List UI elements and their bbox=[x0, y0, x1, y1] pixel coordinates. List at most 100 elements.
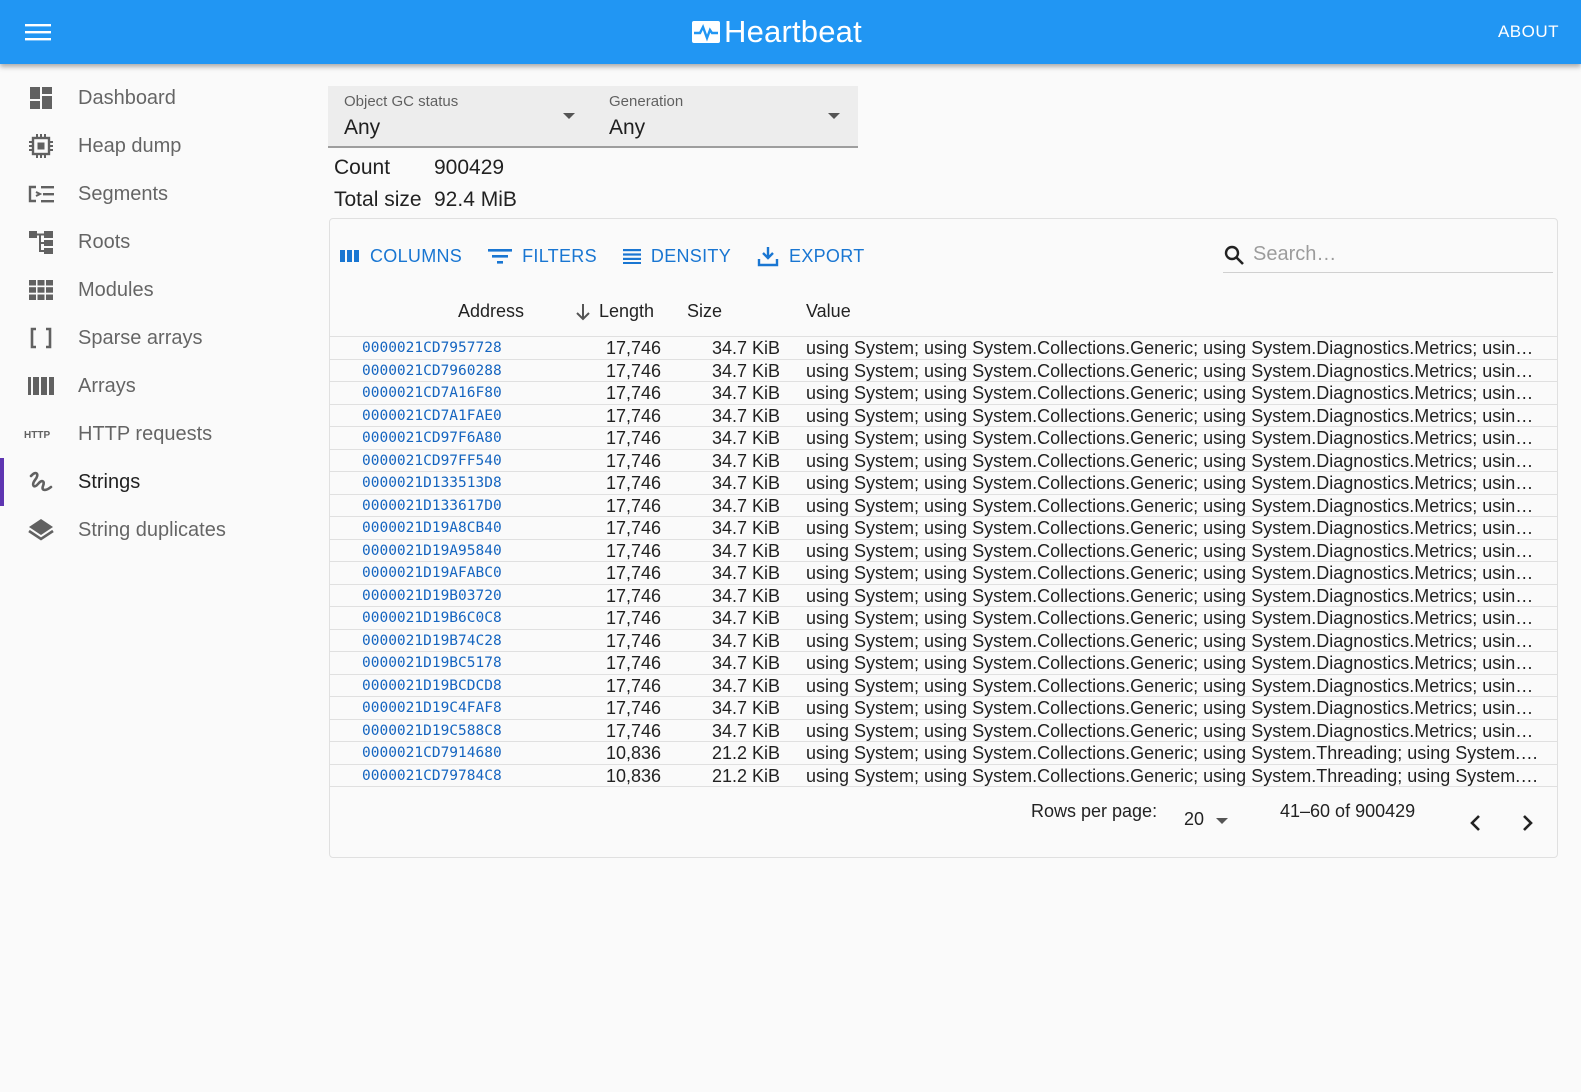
table-row[interactable]: 0000021D19C4FAF8 17,746 34.7 KiB using Syst… bbox=[330, 697, 1557, 720]
address-link[interactable]: 0000021D19B74C28 bbox=[362, 633, 502, 649]
columns-label: COLUMNS bbox=[370, 245, 463, 266]
size-cell: 34.7 KiB bbox=[711, 653, 780, 673]
size-cell: 34.7 KiB bbox=[711, 518, 780, 538]
header-size[interactable]: Size bbox=[687, 301, 722, 322]
header-length[interactable]: Length bbox=[575, 301, 654, 322]
size-cell: 34.7 KiB bbox=[711, 473, 780, 493]
address-link[interactable]: 0000021CD7A16F80 bbox=[362, 385, 502, 401]
sidebar-item-arrays[interactable]: Arrays bbox=[0, 362, 300, 410]
table-row[interactable]: 0000021CD79784C8 10,836 21.2 KiB using Syst… bbox=[330, 765, 1557, 787]
previous-page-button[interactable] bbox=[1457, 805, 1493, 841]
address-link[interactable]: 0000021D19A8CB40 bbox=[362, 520, 502, 536]
length-cell: 17,746 bbox=[605, 495, 661, 516]
rows-per-page-select[interactable]: 20 bbox=[1184, 809, 1229, 830]
length-cell: 17,746 bbox=[605, 585, 661, 606]
size-cell: 34.7 KiB bbox=[711, 608, 780, 628]
table-row[interactable]: 0000021CD7914680 10,836 21.2 KiB using Syst… bbox=[330, 742, 1557, 765]
table-row[interactable]: 0000021D19C588C8 17,746 34.7 KiB using Syst… bbox=[330, 720, 1557, 742]
gc-status-label: Object GC status bbox=[344, 93, 459, 110]
length-cell: 17,746 bbox=[605, 338, 661, 358]
size-cell: 21.2 KiB bbox=[711, 765, 780, 786]
about-button[interactable]: ABOUT bbox=[1496, 18, 1561, 46]
header-address[interactable]: Address bbox=[458, 301, 524, 322]
columns-button[interactable]: COLUMNS bbox=[340, 241, 462, 271]
header-value[interactable]: Value bbox=[806, 301, 851, 322]
address-link[interactable]: 0000021CD97FF540 bbox=[362, 453, 502, 469]
table-row[interactable]: 0000021D19A8CB40 17,746 34.7 KiB using Syst… bbox=[330, 517, 1557, 540]
address-link[interactable]: 0000021D19BC5178 bbox=[362, 655, 502, 671]
address-link[interactable]: 0000021CD7957728 bbox=[362, 340, 502, 356]
address-link[interactable]: 0000021D19AFABC0 bbox=[362, 565, 502, 581]
memory-chip-icon bbox=[20, 133, 62, 159]
address-link[interactable]: 0000021CD7A1FAE0 bbox=[362, 408, 502, 424]
table-row[interactable]: 0000021D19B03720 17,746 34.7 KiB using Syst… bbox=[330, 585, 1557, 607]
table-row[interactable]: 0000021CD7960288 17,746 34.7 KiB using Syst… bbox=[330, 360, 1557, 382]
export-button[interactable]: EXPORT bbox=[757, 241, 865, 271]
address-link[interactable]: 0000021CD7960288 bbox=[362, 363, 502, 379]
brackets-icon bbox=[20, 327, 62, 349]
address-link[interactable]: 0000021CD97F6A80 bbox=[362, 430, 502, 446]
value-cell: using System; using System.Collections.G… bbox=[806, 743, 1541, 763]
layers-icon bbox=[20, 518, 62, 542]
sidebar-item-string-duplicates[interactable]: String duplicates bbox=[0, 506, 300, 554]
value-cell: using System; using System.Collections.G… bbox=[806, 450, 1541, 471]
size-cell: 34.7 KiB bbox=[711, 338, 780, 358]
address-link[interactable]: 0000021D19B03720 bbox=[362, 588, 502, 604]
length-cell: 17,746 bbox=[605, 630, 661, 651]
table-row[interactable]: 0000021CD7A16F80 17,746 34.7 KiB using Syst… bbox=[330, 382, 1557, 405]
address-link[interactable]: 0000021D133513D8 bbox=[362, 475, 502, 491]
sidebar-item-heap-dump[interactable]: Heap dump bbox=[0, 122, 300, 170]
density-button[interactable]: DENSITY bbox=[622, 241, 732, 271]
address-link[interactable]: 0000021D19B6C0C8 bbox=[362, 610, 502, 626]
search-input[interactable] bbox=[1253, 243, 1533, 266]
address-link[interactable]: 0000021D133617D0 bbox=[362, 498, 502, 514]
table-row[interactable]: 0000021D19A95840 17,746 34.7 KiB using Syst… bbox=[330, 540, 1557, 562]
size-cell: 34.7 KiB bbox=[711, 540, 780, 561]
value-cell: using System; using System.Collections.G… bbox=[806, 495, 1541, 516]
address-link[interactable]: 0000021D19C4FAF8 bbox=[362, 700, 502, 716]
generation-select[interactable]: Generation Any bbox=[593, 86, 858, 148]
density-icon bbox=[622, 249, 641, 264]
table-row[interactable]: 0000021CD7957728 17,746 34.7 KiB using Syst… bbox=[330, 337, 1557, 360]
address-link[interactable]: 0000021D19A95840 bbox=[362, 543, 502, 559]
sidebar-item-modules[interactable]: Modules bbox=[0, 266, 300, 314]
menu-icon[interactable] bbox=[14, 8, 62, 56]
sidebar-item-sparse-arrays[interactable]: Sparse arrays bbox=[0, 314, 300, 362]
table-row[interactable]: 0000021D19BC5178 17,746 34.7 KiB using Syst… bbox=[330, 652, 1557, 675]
sidebar: Dashboard Heap dump Segments Roots Modul… bbox=[0, 64, 300, 554]
address-link[interactable]: 0000021CD79784C8 bbox=[362, 768, 502, 784]
table-row[interactable]: 0000021D19B6C0C8 17,746 34.7 KiB using Syst… bbox=[330, 607, 1557, 630]
table-row[interactable]: 0000021D133617D0 17,746 34.7 KiB using Syst… bbox=[330, 495, 1557, 517]
table-row[interactable]: 0000021D19B74C28 17,746 34.7 KiB using Syst… bbox=[330, 630, 1557, 652]
table-row[interactable]: 0000021CD97FF540 17,746 34.7 KiB using Syst… bbox=[330, 450, 1557, 472]
size-cell: 34.7 KiB bbox=[711, 450, 780, 471]
download-icon bbox=[757, 247, 779, 267]
sidebar-item-dashboard[interactable]: Dashboard bbox=[0, 74, 300, 122]
address-link[interactable]: 0000021CD7914680 bbox=[362, 745, 502, 761]
gc-status-select[interactable]: Object GC status Any bbox=[328, 86, 593, 148]
address-link[interactable]: 0000021D19C588C8 bbox=[362, 723, 502, 739]
table-row[interactable]: 0000021D19BCDCD8 17,746 34.7 KiB using Syst… bbox=[330, 675, 1557, 697]
sidebar-item-roots[interactable]: Roots bbox=[0, 218, 300, 266]
search-field[interactable] bbox=[1223, 237, 1553, 273]
table-row[interactable]: 0000021D133513D8 17,746 34.7 KiB using Syst… bbox=[330, 472, 1557, 495]
sidebar-item-http-requests[interactable]: HTTP HTTP requests bbox=[0, 410, 300, 458]
value-cell: using System; using System.Collections.G… bbox=[806, 653, 1541, 673]
strings-data-grid: COLUMNS FILTERS DENSITY EXPORT Address L… bbox=[329, 218, 1558, 858]
address-link[interactable]: 0000021D19BCDCD8 bbox=[362, 678, 502, 694]
table-row[interactable]: 0000021CD7A1FAE0 17,746 34.7 KiB using Syst… bbox=[330, 405, 1557, 427]
length-cell: 10,836 bbox=[605, 765, 661, 786]
length-cell: 17,746 bbox=[605, 563, 661, 583]
sidebar-item-strings[interactable]: Strings bbox=[0, 458, 300, 506]
table-body: 0000021CD7957728 17,746 34.7 KiB using Syst… bbox=[330, 337, 1557, 787]
table-row[interactable]: 0000021D19AFABC0 17,746 34.7 KiB using Syst… bbox=[330, 562, 1557, 585]
filters-button[interactable]: FILTERS bbox=[488, 241, 597, 271]
next-page-button[interactable] bbox=[1510, 805, 1546, 841]
sidebar-item-label: Modules bbox=[78, 278, 154, 301]
sidebar-item-segments[interactable]: Segments bbox=[0, 170, 300, 218]
value-cell: using System; using System.Collections.G… bbox=[806, 518, 1541, 538]
density-label: DENSITY bbox=[650, 245, 732, 266]
roots-tree-icon bbox=[20, 229, 62, 255]
value-cell: using System; using System.Collections.G… bbox=[806, 630, 1541, 651]
table-row[interactable]: 0000021CD97F6A80 17,746 34.7 KiB using Syst… bbox=[330, 427, 1557, 450]
